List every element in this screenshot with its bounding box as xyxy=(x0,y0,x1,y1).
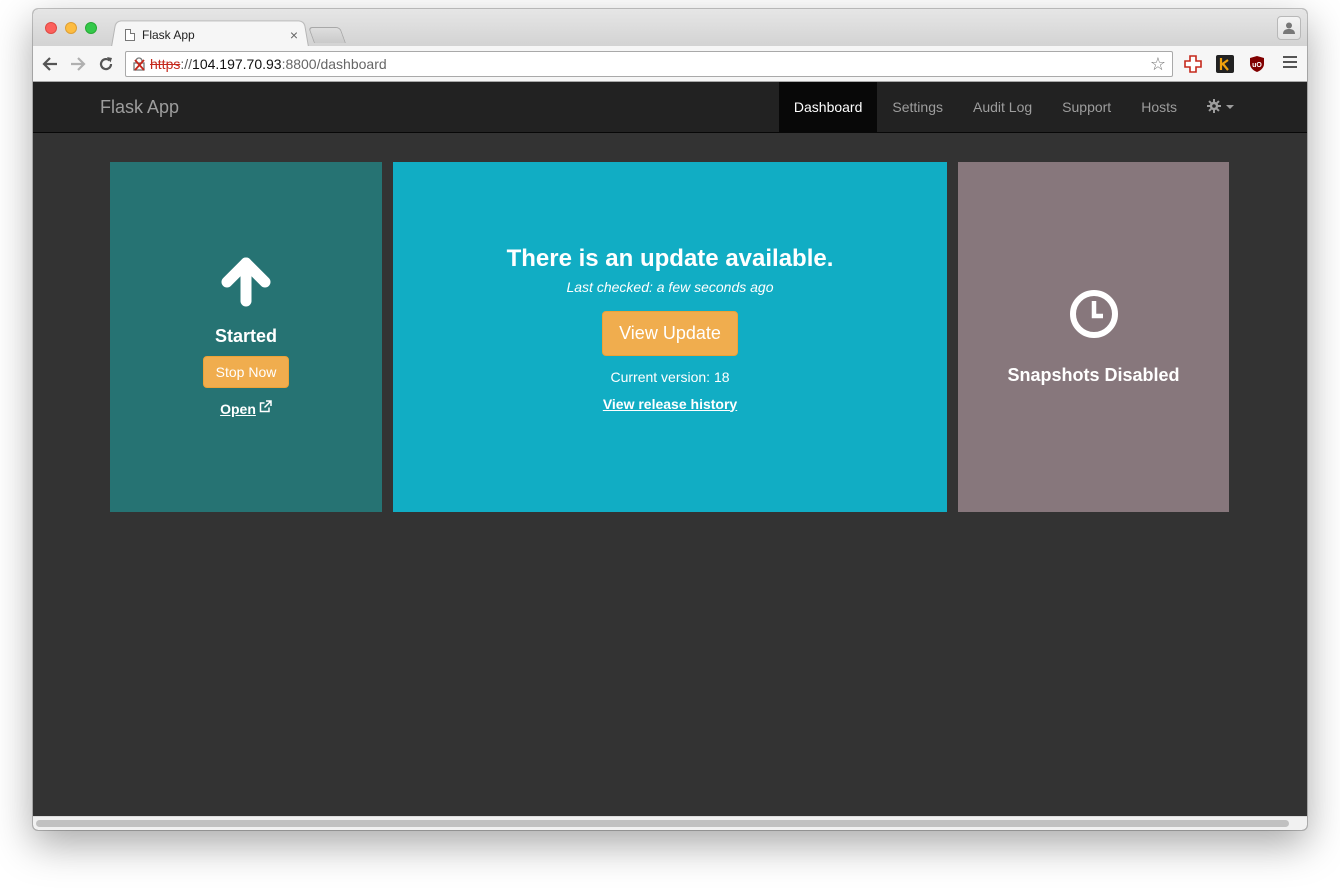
view-update-button[interactable]: View Update xyxy=(602,310,738,356)
back-icon[interactable] xyxy=(39,53,61,75)
new-tab-button[interactable] xyxy=(308,27,346,43)
extension-icon[interactable] xyxy=(1215,54,1235,74)
dashboard-content: Started Stop Now Open There is an update… xyxy=(33,133,1307,816)
tab-strip: Flask App × xyxy=(33,9,1307,47)
arrow-up-icon xyxy=(220,257,272,312)
url-path: :8800/dashboard xyxy=(281,56,387,72)
snapshots-panel: Snapshots Disabled xyxy=(958,162,1229,512)
reload-icon[interactable] xyxy=(95,53,117,75)
nav-item-hosts[interactable]: Hosts xyxy=(1126,82,1192,132)
close-window-button[interactable] xyxy=(45,22,57,34)
menu-icon[interactable] xyxy=(1283,56,1297,70)
minimize-window-button[interactable] xyxy=(65,22,77,34)
horizontal-scrollbar[interactable] xyxy=(33,816,1307,830)
current-version-text: Current version: 18 xyxy=(610,368,730,385)
update-title: There is an update available. xyxy=(506,244,834,272)
address-bar[interactable]: https://104.197.70.93:8800/dashboard ☆ xyxy=(125,51,1173,77)
brand-link[interactable]: Flask App xyxy=(100,97,179,118)
url-scheme: https xyxy=(150,56,181,72)
browser-window: Flask App × https:// 104.197.70.93:880… xyxy=(33,9,1307,830)
nav-item-audit-log[interactable]: Audit Log xyxy=(958,82,1047,132)
app-navbar: Flask App Dashboard Settings Audit Log S… xyxy=(33,82,1307,133)
url-separator: :// xyxy=(180,56,193,72)
status-label: Started xyxy=(214,325,277,346)
nav-menu: Dashboard Settings Audit Log Support Hos… xyxy=(778,82,1249,132)
snapshots-status-label: Snapshots Disabled xyxy=(1007,365,1180,385)
extension-icon[interactable] xyxy=(1183,54,1203,74)
browser-toolbar: https://104.197.70.93:8800/dashboard ☆ u… xyxy=(33,46,1307,82)
open-link-label: Open xyxy=(220,400,256,417)
nav-item-support[interactable]: Support xyxy=(1047,82,1126,132)
nav-item-settings[interactable]: Settings xyxy=(877,82,958,132)
chevron-down-icon xyxy=(1226,105,1234,109)
url-host: 104.197.70.93 xyxy=(192,56,282,72)
gear-icon xyxy=(1207,98,1221,116)
profile-icon[interactable] xyxy=(1277,16,1301,40)
tab-title: Flask App xyxy=(142,28,195,42)
browser-tab-content[interactable]: Flask App × xyxy=(123,25,303,45)
last-checked-text: Last checked: a few seconds ago xyxy=(566,278,774,295)
insecure-lock-icon[interactable] xyxy=(132,57,146,71)
nav-item-dashboard[interactable]: Dashboard xyxy=(778,82,878,132)
open-app-link[interactable]: Open xyxy=(220,399,272,418)
view-release-history-link[interactable]: View release history xyxy=(603,396,737,412)
app-status-panel: Started Stop Now Open xyxy=(110,162,382,512)
scrollbar-thumb[interactable] xyxy=(36,820,1289,827)
forward-icon[interactable] xyxy=(67,53,89,75)
clock-icon xyxy=(1068,288,1120,345)
external-link-icon xyxy=(259,399,272,418)
bookmark-star-icon[interactable]: ☆ xyxy=(1150,54,1166,75)
svg-text:uO: uO xyxy=(1252,62,1262,69)
update-panel: There is an update available. Last check… xyxy=(393,162,947,512)
tab-close-icon[interactable]: × xyxy=(287,27,301,43)
page-icon xyxy=(125,29,135,41)
stop-now-button[interactable]: Stop Now xyxy=(202,355,290,388)
extension-icon[interactable]: uO xyxy=(1247,54,1267,74)
zoom-window-button[interactable] xyxy=(85,22,97,34)
settings-dropdown[interactable] xyxy=(1192,82,1249,132)
